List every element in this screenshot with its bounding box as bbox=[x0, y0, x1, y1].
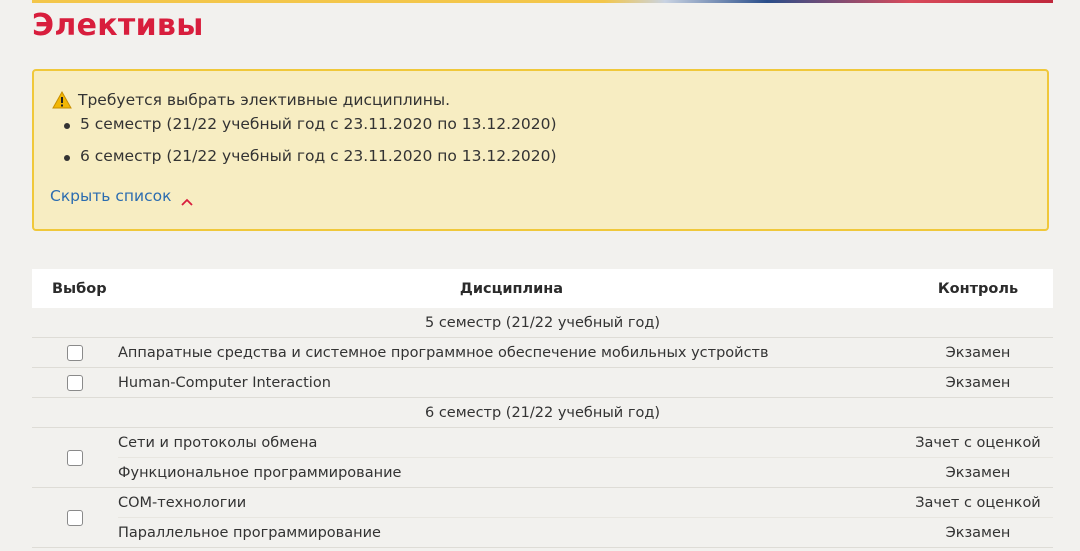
control-type: Экзамен bbox=[945, 374, 1011, 391]
elective-checkbox[interactable] bbox=[67, 374, 83, 391]
discipline-name: Сети и протоколы обмена bbox=[118, 434, 318, 451]
select-cell bbox=[32, 428, 118, 487]
elective-checkbox[interactable] bbox=[67, 509, 83, 526]
discipline-name: Функциональное программирование bbox=[118, 464, 402, 481]
discipline-name: Аппаратные средства и системное программ… bbox=[118, 344, 769, 361]
select-cell bbox=[32, 368, 118, 397]
warning-icon bbox=[52, 90, 72, 109]
discipline-items: Human-Computer Interaction Экзамен bbox=[118, 368, 1053, 397]
discipline-name: Параллельное программирование bbox=[118, 524, 381, 541]
chevron-up-icon bbox=[181, 192, 194, 206]
electives-table: Выбор Дисциплина Контроль 5 семестр (21/… bbox=[32, 269, 1053, 548]
hide-list-link[interactable]: Скрыть список bbox=[50, 187, 194, 206]
discipline-name: Human-Computer Interaction bbox=[118, 374, 331, 391]
column-header-discipline: Дисциплина bbox=[459, 280, 564, 297]
column-header-select: Выбор bbox=[52, 280, 107, 297]
elective-checkbox[interactable] bbox=[67, 449, 83, 466]
control-type: Зачет с оценкой bbox=[915, 434, 1041, 451]
control-type: Экзамен bbox=[945, 344, 1011, 361]
discipline-item: COM-технологии Зачет с оценкой bbox=[118, 488, 1053, 518]
table-header: Выбор Дисциплина Контроль bbox=[32, 269, 1053, 308]
electives-alert: Требуется выбрать элективные дисциплины.… bbox=[32, 69, 1049, 231]
discipline-item: Параллельное программирование Экзамен bbox=[118, 518, 1053, 547]
elective-checkbox[interactable] bbox=[67, 344, 83, 361]
alert-list-item-text: 6 семестр (21/22 учебный год с 23.11.202… bbox=[80, 147, 557, 165]
discipline-item: Сети и протоколы обмена Зачет с оценкой bbox=[118, 428, 1053, 458]
bullet-icon bbox=[64, 123, 70, 129]
control-type: Экзамен bbox=[945, 464, 1011, 481]
select-cell bbox=[32, 338, 118, 367]
alert-list-item: 5 семестр (21/22 учебный год с 23.11.202… bbox=[62, 115, 557, 147]
alert-list: 5 семестр (21/22 учебный год с 23.11.202… bbox=[62, 115, 557, 179]
table-row: Human-Computer Interaction Экзамен bbox=[32, 368, 1053, 398]
semester-group-row: 5 семестр (21/22 учебный год) bbox=[32, 308, 1053, 338]
discipline-item: Функциональное программирование Экзамен bbox=[118, 458, 1053, 487]
control-type: Экзамен bbox=[945, 524, 1011, 541]
discipline-items: Сети и протоколы обмена Зачет с оценкой … bbox=[118, 428, 1053, 487]
bullet-icon bbox=[64, 155, 70, 161]
discipline-item: Human-Computer Interaction Экзамен bbox=[118, 368, 1053, 397]
alert-list-item: 6 семестр (21/22 учебный год с 23.11.202… bbox=[62, 147, 557, 179]
alert-message: Требуется выбрать элективные дисциплины. bbox=[78, 91, 451, 109]
column-header-control: Контроль bbox=[937, 280, 1019, 297]
table-row: Аппаратные средства и системное программ… bbox=[32, 338, 1053, 368]
table-row: COM-технологии Зачет с оценкой Параллель… bbox=[32, 488, 1053, 548]
semester-group-row: 6 семестр (21/22 учебный год) bbox=[32, 398, 1053, 428]
header-banner-strip bbox=[32, 0, 1053, 3]
alert-header: Требуется выбрать элективные дисциплины. bbox=[52, 90, 451, 109]
discipline-items: Аппаратные средства и системное программ… bbox=[118, 338, 1053, 367]
table-row: Сети и протоколы обмена Зачет с оценкой … bbox=[32, 428, 1053, 488]
hide-list-label: Скрыть список bbox=[50, 187, 172, 205]
discipline-name: COM-технологии bbox=[118, 494, 247, 511]
discipline-item: Аппаратные средства и системное программ… bbox=[118, 338, 1053, 367]
control-type: Зачет с оценкой bbox=[915, 494, 1041, 511]
page-title: Элективы bbox=[32, 8, 204, 43]
alert-list-item-text: 5 семестр (21/22 учебный год с 23.11.202… bbox=[80, 115, 557, 133]
discipline-items: COM-технологии Зачет с оценкой Параллель… bbox=[118, 488, 1053, 547]
select-cell bbox=[32, 488, 118, 547]
